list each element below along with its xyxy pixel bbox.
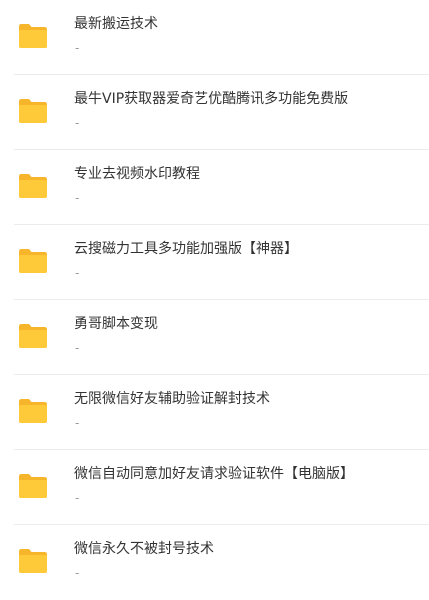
file-name[interactable]: 无限微信好友辅助验证解封技术 bbox=[74, 389, 270, 409]
file-row[interactable]: 云搜磁力工具多功能加强版【神器】 - bbox=[0, 225, 429, 300]
file-row[interactable]: 专业去视频水印教程 - bbox=[0, 150, 429, 225]
file-name[interactable]: 云搜磁力工具多功能加强版【神器】 bbox=[74, 239, 298, 259]
folder-icon bbox=[18, 98, 48, 124]
file-meta: - bbox=[75, 266, 80, 280]
folder-icon bbox=[18, 473, 48, 499]
file-row[interactable]: 无限微信好友辅助验证解封技术 - bbox=[0, 375, 429, 450]
folder-icon bbox=[18, 248, 48, 274]
file-list: 最新搬运技术 - 最牛VIP获取器爱奇艺优酷腾讯多功能免费版 - 专业去视频水印… bbox=[0, 0, 429, 580]
file-name[interactable]: 专业去视频水印教程 bbox=[74, 164, 200, 184]
file-name[interactable]: 最牛VIP获取器爱奇艺优酷腾讯多功能免费版 bbox=[74, 89, 348, 109]
file-meta: - bbox=[75, 416, 80, 430]
folder-icon bbox=[18, 548, 48, 574]
file-row[interactable]: 微信永久不被封号技术 - bbox=[0, 525, 429, 600]
file-name[interactable]: 微信自动同意加好友请求验证软件【电脑版】 bbox=[74, 464, 354, 484]
folder-icon bbox=[18, 323, 48, 349]
file-row[interactable]: 最牛VIP获取器爱奇艺优酷腾讯多功能免费版 - bbox=[0, 75, 429, 150]
file-meta: - bbox=[75, 116, 80, 130]
file-meta: - bbox=[75, 566, 80, 580]
file-meta: - bbox=[75, 191, 80, 205]
file-row[interactable]: 最新搬运技术 - bbox=[0, 0, 429, 75]
file-name[interactable]: 微信永久不被封号技术 bbox=[74, 539, 214, 559]
file-meta: - bbox=[75, 41, 80, 55]
file-meta: - bbox=[75, 341, 80, 355]
file-meta: - bbox=[75, 491, 80, 505]
folder-icon bbox=[18, 398, 48, 424]
folder-icon bbox=[18, 173, 48, 199]
file-name[interactable]: 最新搬运技术 bbox=[74, 14, 158, 34]
file-name[interactable]: 勇哥脚本变现 bbox=[74, 314, 158, 334]
file-row[interactable]: 勇哥脚本变现 - bbox=[0, 300, 429, 375]
file-row[interactable]: 微信自动同意加好友请求验证软件【电脑版】 - bbox=[0, 450, 429, 525]
folder-icon bbox=[18, 23, 48, 49]
